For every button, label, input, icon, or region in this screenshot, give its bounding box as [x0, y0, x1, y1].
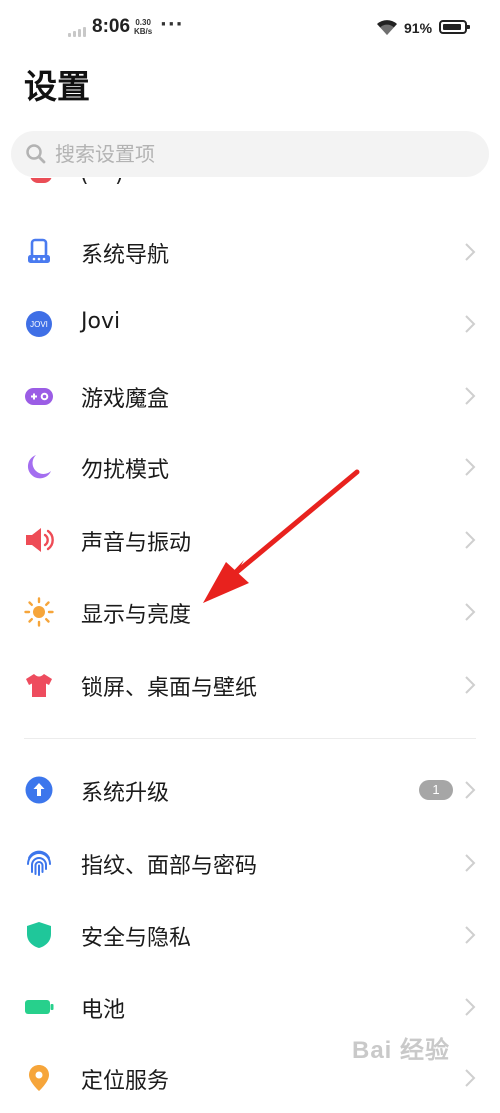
location-icon — [29, 1065, 49, 1091]
clipped-item-icon — [30, 178, 52, 183]
search-icon — [26, 144, 46, 164]
chevron-right-icon — [465, 926, 476, 944]
signal-icon — [68, 27, 86, 37]
list-item-clipped[interactable]: ( ) — [0, 178, 500, 196]
game-box-icon — [25, 388, 53, 405]
settings-item-label: Jovi — [81, 309, 121, 334]
settings-item-do-not-disturb[interactable]: 勿扰模式 — [0, 432, 500, 502]
chevron-right-icon — [465, 458, 476, 476]
svg-text:JOVI: JOVI — [30, 320, 48, 329]
chevron-right-icon — [465, 854, 476, 872]
section-divider — [24, 738, 476, 739]
settings-item-jovi[interactable]: JOVI Jovi — [0, 289, 500, 359]
chevron-right-icon — [465, 781, 476, 799]
status-time: 8:06 — [92, 16, 131, 37]
clipped-item-label: ( ) — [80, 178, 124, 187]
status-bar: 8:06 0.30 KB/s ··· 91% — [0, 0, 500, 56]
chevron-right-icon — [465, 531, 476, 549]
network-speed: 0.30 KB/s — [134, 18, 153, 36]
battery-icon — [25, 1000, 54, 1014]
settings-item-label: 定位服务 — [81, 1069, 170, 1094]
chevron-right-icon — [465, 998, 476, 1016]
wifi-icon — [377, 20, 397, 35]
battery-percent: 91% — [404, 20, 433, 36]
settings-item-game-box[interactable]: 游戏魔盒 — [0, 361, 500, 431]
fingerprint-icon — [27, 850, 51, 876]
update-count-badge: 1 — [419, 780, 453, 800]
more-notifications-icon: ··· — [160, 14, 184, 35]
settings-item-fingerprint-face-password[interactable]: 指纹、面部与密码 — [0, 828, 500, 898]
settings-item-label: 指纹、面部与密码 — [81, 854, 258, 879]
battery-status-icon — [439, 20, 470, 34]
settings-item-security-privacy[interactable]: 安全与隐私 — [0, 900, 500, 970]
settings-item-label: 声音与振动 — [81, 531, 192, 556]
chevron-right-icon — [465, 603, 476, 621]
sun-icon — [24, 597, 54, 627]
settings-item-display-brightness[interactable]: 显示与亮度 — [0, 577, 500, 647]
settings-item-system-upgrade[interactable]: 系统升级 1 — [0, 755, 500, 825]
tshirt-icon — [26, 674, 52, 697]
moon-icon — [27, 455, 51, 479]
settings-item-sound-vibration[interactable]: 声音与振动 — [0, 505, 500, 575]
page-title: 设置 — [24, 67, 90, 106]
search-bar[interactable] — [11, 131, 489, 177]
settings-item-label: 电池 — [81, 998, 126, 1023]
chevron-right-icon — [465, 315, 476, 333]
watermark: Bai 经验 — [352, 1037, 451, 1064]
navigation-icon — [28, 238, 50, 263]
search-input[interactable] — [55, 131, 475, 177]
jovi-icon: JOVI — [26, 311, 52, 337]
shield-icon — [27, 922, 51, 948]
settings-item-label: 系统导航 — [81, 243, 170, 268]
settings-item-label: 安全与隐私 — [81, 926, 192, 951]
settings-item-label: 显示与亮度 — [81, 603, 192, 628]
chevron-right-icon — [465, 1069, 476, 1087]
settings-item-system-navigation[interactable]: 系统导航 — [0, 217, 500, 287]
chevron-right-icon — [465, 676, 476, 694]
settings-item-label: 游戏魔盒 — [81, 387, 170, 412]
settings-item-lockscreen-wallpaper[interactable]: 锁屏、桌面与壁纸 — [0, 650, 500, 720]
chevron-right-icon — [465, 243, 476, 261]
speaker-icon — [26, 528, 54, 552]
upgrade-icon — [25, 776, 53, 804]
settings-item-label: 勿扰模式 — [81, 458, 170, 483]
settings-item-label: 系统升级 — [81, 781, 170, 806]
settings-item-label: 锁屏、桌面与壁纸 — [81, 676, 258, 701]
chevron-right-icon — [465, 387, 476, 405]
